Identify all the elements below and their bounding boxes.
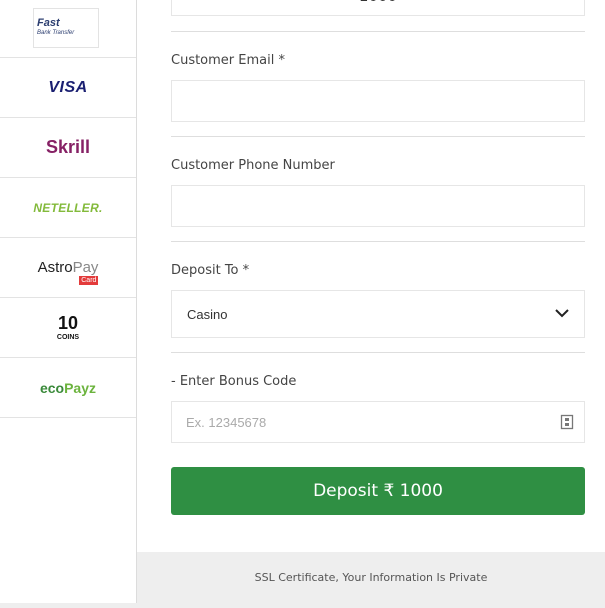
ecopayz-logo: ecoPayz (40, 380, 96, 396)
customer-phone-field[interactable] (171, 185, 585, 227)
payment-method-fast-bank-transfer[interactable]: Fast Bank Transfer (33, 8, 99, 48)
visa-logo: VISA (48, 78, 88, 96)
bonus-code-input[interactable]: Ex. 12345678 (171, 401, 585, 443)
deposit-button[interactable]: Deposit ₹ 1000 (171, 467, 585, 515)
payment-method-visa[interactable]: VISA (0, 57, 136, 117)
divider (171, 352, 585, 353)
deposit-to-select[interactable]: Casino (171, 290, 585, 338)
coins-logo-label: COINS (56, 334, 80, 341)
payment-method-skrill[interactable]: Skrill (0, 117, 136, 177)
neteller-logo: NETELLER. (33, 200, 103, 215)
astropay-logo-part-a: Astro (37, 259, 73, 276)
customer-email-label: Customer Email * (171, 53, 285, 68)
customer-phone-label: Customer Phone Number (171, 158, 335, 173)
divider (171, 241, 585, 242)
deposit-to-label: Deposit To * (171, 263, 250, 278)
ssl-footer: SSL Certificate, Your Information Is Pri… (137, 552, 605, 603)
payment-method-astropay[interactable]: AstroPay Card (0, 237, 136, 297)
amount-value: 1000 (172, 0, 584, 5)
skrill-logo: Skrill (45, 137, 91, 157)
fast-bank-transfer-logo-subtitle: Bank Transfer (37, 30, 75, 36)
fast-bank-transfer-logo-title: Fast (37, 17, 60, 29)
divider (171, 31, 585, 32)
bonus-code-placeholder: Ex. 12345678 (186, 415, 267, 430)
ssl-footer-text: SSL Certificate, Your Information Is Pri… (254, 571, 488, 584)
deposit-to-selected-value: Casino (187, 307, 228, 322)
astropay-card-badge: Card (79, 276, 99, 285)
chevron-down-icon (555, 309, 569, 318)
astropay-logo: AstroPay Card (37, 259, 99, 285)
deposit-form: 1000 Customer Email * Customer Phone Num… (137, 0, 605, 552)
astropay-logo-part-b: Pay (72, 259, 99, 276)
payment-method-ecopayz[interactable]: ecoPayz (0, 357, 136, 418)
bonus-code-label: - Enter Bonus Code (171, 374, 297, 389)
payment-method-neteller[interactable]: NETELLER. (0, 177, 136, 237)
divider (171, 136, 585, 137)
ecopayz-logo-part-b: Payz (64, 379, 97, 396)
customer-email-field[interactable] (171, 80, 585, 122)
payment-method-10-coins[interactable]: 10 COINS (0, 297, 136, 357)
payment-method-sidebar: Fast Bank Transfer VISA Skrill NETELLER.… (0, 0, 137, 603)
ecopayz-logo-part-a: eco (39, 379, 65, 396)
gift-icon (560, 414, 574, 430)
coins-logo-mark: 10 (57, 313, 78, 333)
amount-input[interactable]: 1000 (171, 0, 585, 16)
coins-logo: 10 COINS (57, 314, 79, 341)
